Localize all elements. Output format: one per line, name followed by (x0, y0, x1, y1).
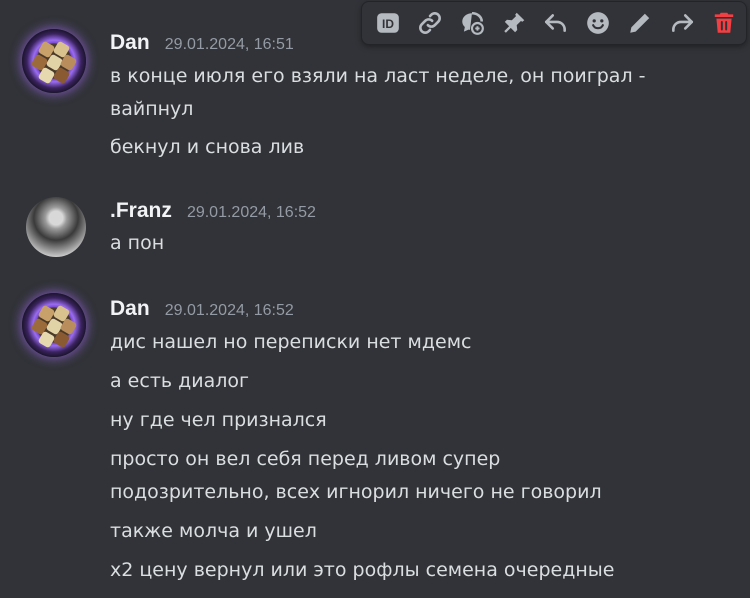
avatar[interactable] (22, 293, 86, 357)
timestamp[interactable]: 29.01.2024, 16:51 (165, 36, 294, 53)
username[interactable]: .Franz (110, 199, 172, 222)
pencil-icon (630, 13, 650, 33)
message-header: Dan 29.01.2024, 16:51 (110, 31, 294, 57)
timestamp[interactable]: 29.01.2024, 16:52 (165, 302, 294, 319)
avatar[interactable] (22, 29, 86, 93)
copy-id-button[interactable]: ID (367, 3, 409, 43)
message-header: .Franz 29.01.2024, 16:52 (110, 199, 316, 225)
edit-button[interactable] (619, 3, 661, 43)
username[interactable]: Dan (110, 31, 150, 54)
message-text: ну где чел признался (110, 409, 327, 431)
svg-text:ID: ID (382, 17, 394, 31)
message-text: просто он вел себя перед ливом супер (110, 448, 501, 470)
reply-icon (544, 14, 566, 32)
message-header: Dan 29.01.2024, 16:52 (110, 297, 294, 323)
message-text: а есть диалог (110, 370, 250, 392)
copy-link-button[interactable] (409, 3, 451, 43)
avatar[interactable] (26, 197, 86, 257)
id-icon: ID (377, 13, 399, 33)
pin-button[interactable] (493, 3, 535, 43)
add-reaction-button[interactable] (577, 3, 619, 43)
forward-icon (672, 14, 694, 32)
create-thread-button[interactable] (451, 3, 493, 43)
username[interactable]: Dan (110, 297, 150, 320)
message-text: дис нашел но переписки нет мдемс (110, 331, 472, 353)
message-text: подозрительно, всех игнорил ничего не го… (110, 481, 602, 503)
message-text: в конце июля его взяли на ласт неделе, о… (110, 65, 646, 87)
timestamp[interactable]: 29.01.2024, 16:52 (187, 204, 316, 221)
reply-button[interactable] (535, 3, 577, 43)
delete-button[interactable] (703, 3, 745, 43)
emoji-icon (587, 12, 609, 34)
thread-icon (462, 11, 484, 35)
message-text: также молча и ушел (110, 520, 317, 542)
message-text: х2 цену вернул или это рофлы семена очер… (110, 559, 615, 581)
trash-icon (714, 12, 734, 33)
message-text: вайпнул (110, 98, 194, 120)
message-actions-toolbar: ID (361, 1, 747, 45)
pin-icon (504, 12, 525, 33)
link-icon (419, 12, 441, 34)
message-text: а пон (110, 232, 165, 254)
chat-messages: Dan 29.01.2024, 16:51 в конце июля его в… (0, 0, 750, 598)
forward-button[interactable] (661, 3, 703, 43)
message-text: бекнул и снова лив (110, 136, 305, 158)
